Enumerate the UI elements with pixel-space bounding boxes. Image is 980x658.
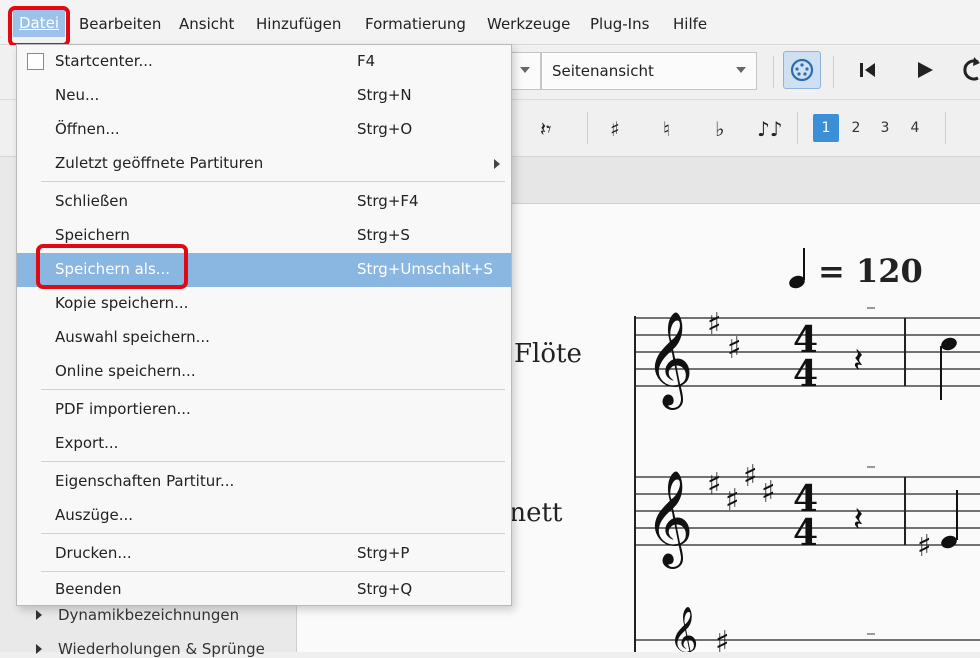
menu-item-startcenter[interactable]: Startcenter... F4: [17, 45, 511, 79]
rest-icon: 𝄽𝄾: [540, 117, 552, 141]
submenu-arrow-icon: [494, 159, 500, 169]
svg-text:♯: ♯: [707, 467, 722, 502]
menu-item-pdf-importieren[interactable]: PDF importieren...: [17, 393, 511, 427]
natural-button[interactable]: ♮: [663, 117, 670, 141]
chevron-down-icon: [520, 67, 530, 73]
chevron-right-icon: [36, 644, 42, 654]
palette-item-repeats[interactable]: Wiederholungen & Sprünge: [36, 640, 265, 658]
menu-item-schliessen[interactable]: Schließen Strg+F4: [17, 185, 511, 219]
menu-separator: [41, 389, 505, 390]
svg-text:𝄞: 𝄞: [645, 311, 693, 410]
svg-text:♯: ♯: [761, 475, 776, 510]
menu-separator: [41, 461, 505, 462]
natural-icon: ♮: [663, 117, 671, 141]
svg-text:♯: ♯: [725, 483, 740, 518]
menu-item-export[interactable]: Export...: [17, 427, 511, 461]
svg-text:♯: ♯: [715, 625, 730, 652]
instrument-name-floete: Flöte: [514, 339, 582, 369]
svg-text:𝄞: 𝄞: [669, 606, 699, 652]
svg-text:♯: ♯: [743, 459, 758, 494]
svg-text:𝄽: 𝄽: [853, 500, 863, 540]
svg-text:♯: ♯: [917, 529, 932, 564]
menu-ansicht[interactable]: Ansicht: [179, 15, 234, 33]
menu-item-online-speichern[interactable]: Online speichern...: [17, 355, 511, 389]
menu-item-zuletzt-geoeffnet[interactable]: Zuletzt geöffnete Partituren: [17, 147, 511, 181]
toolbar-separator: [797, 112, 798, 144]
chevron-down-icon: [736, 67, 746, 73]
voice-1-button[interactable]: 1: [813, 114, 839, 142]
menu-item-kopie-speichern[interactable]: Kopie speichern...: [17, 287, 511, 321]
toolbar-separator: [773, 56, 774, 88]
midi-icon: [790, 58, 814, 82]
play-icon: [918, 62, 933, 78]
menu-item-drucken[interactable]: Drucken... Strg+P: [17, 537, 511, 571]
tempo-marking: = 120: [818, 252, 923, 290]
menu-hilfe[interactable]: Hilfe: [673, 15, 707, 33]
flat-icon: ♭: [715, 117, 725, 141]
toolbar-separator: [945, 112, 946, 144]
rewind-button[interactable]: [858, 60, 878, 84]
checkbox-icon[interactable]: [27, 53, 44, 70]
loop-button[interactable]: [962, 56, 980, 88]
menu-werkzeuge[interactable]: Werkzeuge: [487, 15, 570, 33]
menu-bearbeiten[interactable]: Bearbeiten: [79, 15, 161, 33]
menu-item-oeffnen[interactable]: Öffnen... Strg+O: [17, 113, 511, 147]
chevron-right-icon: [36, 610, 42, 620]
menu-item-auswahl-speichern[interactable]: Auswahl speichern...: [17, 321, 511, 355]
sharp-button[interactable]: ♯: [610, 117, 620, 141]
voice-2-button[interactable]: 2: [843, 114, 869, 142]
palette-item-dynamics[interactable]: Dynamikbezeichnungen: [36, 606, 239, 624]
sharp-icon: ♯: [610, 117, 620, 141]
flat-button[interactable]: ♭: [715, 117, 724, 141]
menu-separator: [41, 533, 505, 534]
menu-item-beenden[interactable]: Beenden Strg+Q: [17, 573, 511, 607]
toolbar-separator: [833, 56, 834, 88]
play-button[interactable]: [915, 60, 935, 84]
menu-plugins[interactable]: Plug-Ins: [590, 15, 649, 33]
midi-input-button[interactable]: [783, 51, 821, 89]
flip-direction-button[interactable]: ♪♪: [757, 117, 783, 141]
file-menu-dropdown: Startcenter... F4 Neu... Strg+N Öffnen..…: [16, 44, 512, 606]
loop-icon: [963, 57, 980, 81]
menu-item-neu[interactable]: Neu... Strg+N: [17, 79, 511, 113]
svg-text:𝄞: 𝄞: [645, 470, 693, 569]
svg-text:4: 4: [793, 512, 818, 554]
menu-item-auszuege[interactable]: Auszüge...: [17, 499, 511, 533]
rest-button[interactable]: 𝄽𝄾: [540, 117, 551, 141]
svg-text:♯: ♯: [707, 307, 722, 342]
view-mode-value: Seitenansicht: [552, 62, 654, 80]
menu-formatierung[interactable]: Formatierung: [365, 15, 466, 33]
menu-separator: [41, 181, 505, 182]
flip-direction-icon: ♪♪: [757, 117, 783, 141]
svg-text:𝄽: 𝄽: [853, 341, 863, 381]
voice-4-button[interactable]: 4: [902, 114, 928, 142]
menu-item-eigenschaften[interactable]: Eigenschaften Partitur...: [17, 465, 511, 499]
highlight-box-datei: [8, 6, 70, 47]
menu-bar: Datei Bearbeiten Ansicht Hinzufügen Form…: [0, 0, 980, 45]
skip-back-icon: [860, 63, 875, 77]
svg-text:♯: ♯: [727, 331, 742, 366]
menu-separator: [41, 571, 505, 572]
voice-3-button[interactable]: 3: [872, 114, 898, 142]
view-mode-select[interactable]: Seitenansicht: [541, 52, 757, 90]
toolbar-separator: [587, 112, 588, 144]
svg-text:4: 4: [793, 353, 818, 395]
highlight-box-speichern-als: [36, 244, 188, 289]
menu-hinzufuegen[interactable]: Hinzufügen: [256, 15, 341, 33]
